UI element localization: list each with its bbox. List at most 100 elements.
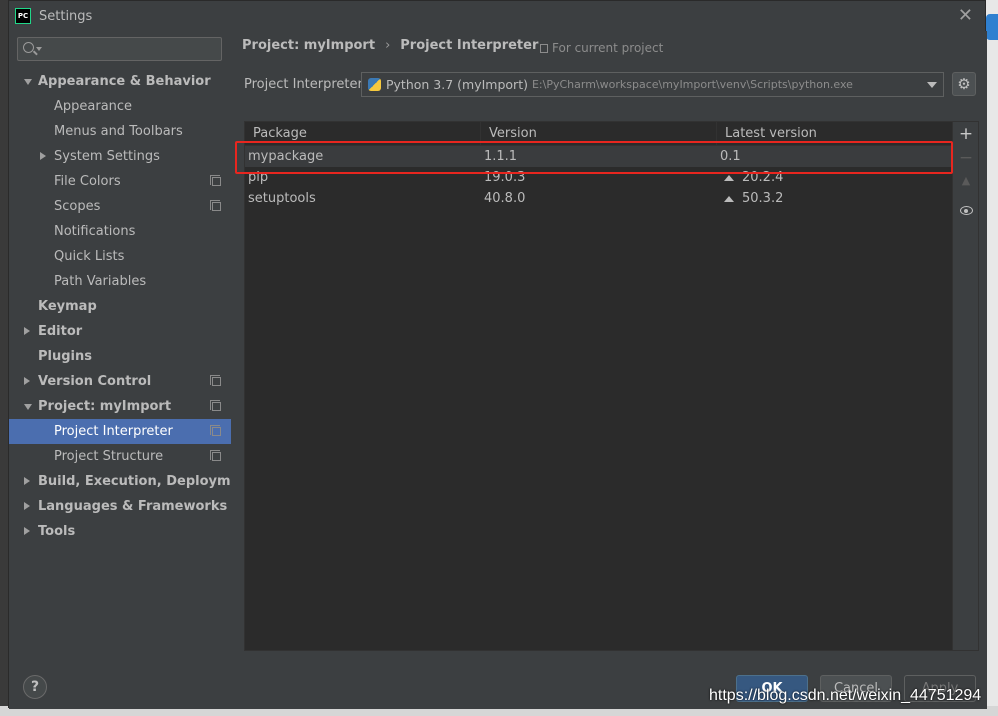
package-name-cell-text: mypackage — [248, 149, 324, 164]
breadcrumb: Project: myImport › Project Interpreter — [242, 38, 538, 53]
package-name-cell: setuptools — [245, 191, 481, 206]
chevron-right-icon[interactable] — [24, 527, 30, 535]
package-version-cell-text: 19.0.3 — [484, 170, 526, 185]
sidebar-item-label: Appearance & Behavior — [38, 74, 211, 89]
sidebar-item-label: Project Interpreter — [54, 424, 173, 439]
copy-icon — [210, 400, 221, 411]
close-icon[interactable]: ✕ — [958, 5, 973, 26]
settings-sidebar: Appearance & Behavior Appearance Menus and… — [9, 31, 255, 661]
sidebar-item-editor[interactable]: Editor — [9, 319, 231, 344]
column-header-latest-version[interactable]: Latest version — [717, 122, 953, 145]
chevron-down-icon[interactable] — [927, 82, 937, 88]
table-row[interactable]: mypackage 1.1.1 0.1 — [245, 146, 953, 167]
sidebar-item-label: File Colors — [54, 174, 121, 189]
table-body: mypackage 1.1.1 0.1 pip 19.0.3 20.2.4 setuptoo… — [245, 146, 953, 209]
sidebar-item-tools[interactable]: Tools — [9, 519, 231, 544]
search-input[interactable] — [17, 37, 222, 61]
add-package-button[interactable]: + — [953, 124, 979, 144]
packages-table-container: Package Version Latest version mypackage… — [244, 121, 979, 651]
sidebar-item-label: Build, Execution, Deployment — [38, 474, 255, 489]
sidebar-item-label: Project Structure — [54, 449, 164, 464]
background-desktop-left — [0, 0, 8, 716]
chevron-down-icon[interactable] — [24, 79, 32, 85]
package-version-cell: 1.1.1 — [481, 149, 717, 164]
table-row[interactable]: setuptools 40.8.0 50.3.2 — [245, 188, 953, 209]
interpreter-select[interactable]: Python 3.7 (myImport) E:\PyCharm\workspa… — [361, 72, 944, 97]
chevron-down-icon — [36, 47, 42, 51]
table-header: Package Version Latest version — [245, 122, 953, 146]
sidebar-item-label: Menus and Toolbars — [54, 124, 183, 139]
scope-note: For current project — [540, 41, 663, 55]
sidebar-item-label: Project: myImport — [38, 399, 172, 414]
sidebar-item-quick-lists[interactable]: Quick Lists — [9, 244, 231, 269]
package-version-cell-text: 40.8.0 — [484, 191, 526, 206]
breadcrumb-parent[interactable]: Project: myImport — [242, 38, 375, 53]
sidebar-item-label: Version Control — [38, 374, 152, 389]
eye-icon[interactable] — [960, 206, 973, 215]
help-button[interactable]: ? — [23, 675, 47, 699]
window-title: Settings — [39, 8, 93, 24]
sidebar-item-appearance[interactable]: Appearance — [9, 94, 231, 119]
sidebar-item-label: Editor — [38, 324, 83, 339]
latest-version-cell: 50.3.2 — [717, 191, 953, 206]
sidebar-item-label: System Settings — [54, 149, 160, 164]
sidebar-item-notifications[interactable]: Notifications — [9, 219, 231, 244]
package-name-cell: pip — [245, 170, 481, 185]
breadcrumb-separator: › — [385, 38, 391, 53]
package-name-cell-text: pip — [248, 170, 269, 185]
sidebar-item-appearance-behavior[interactable]: Appearance & Behavior — [9, 69, 231, 94]
column-header-package[interactable]: Package — [245, 122, 481, 145]
sidebar-item-label: Path Variables — [54, 274, 147, 289]
package-version-cell: 40.8.0 — [481, 191, 717, 206]
sidebar-item-label: Tools — [38, 524, 76, 539]
latest-version-cell-text: 50.3.2 — [742, 191, 784, 206]
sidebar-item-project-myimport[interactable]: Project: myImport — [9, 394, 231, 419]
copy-icon — [210, 175, 221, 186]
background-desktop-right — [986, 0, 998, 716]
upgrade-arrow-icon — [724, 174, 734, 181]
gear-icon[interactable]: ⚙ — [952, 72, 976, 96]
copy-icon — [210, 200, 221, 211]
sidebar-item-version-control[interactable]: Version Control — [9, 369, 231, 394]
sidebar-item-project-interpreter[interactable]: Project Interpreter — [9, 419, 231, 444]
interpreter-label: Project Interpreter: — [244, 77, 368, 92]
column-header-version[interactable]: Version — [481, 122, 717, 145]
sidebar-item-label: Scopes — [54, 199, 101, 214]
sidebar-item-menus-and-toolbars[interactable]: Menus and Toolbars — [9, 119, 231, 144]
page-title: Project Interpreter — [400, 38, 539, 53]
sidebar-item-path-variables[interactable]: Path Variables — [9, 269, 231, 294]
upgrade-arrow-icon — [724, 195, 734, 202]
sidebar-item-system-settings[interactable]: System Settings — [9, 144, 231, 169]
sidebar-item-plugins[interactable]: Plugins — [9, 344, 231, 369]
sidebar-item-label: Plugins — [38, 349, 92, 364]
background-app-icon — [986, 14, 998, 40]
package-version-cell: 19.0.3 — [481, 170, 717, 185]
latest-version-cell: 0.1 — [717, 149, 953, 164]
title-bar: PC Settings ✕ — [9, 1, 985, 31]
chevron-right-icon[interactable] — [40, 152, 46, 160]
sidebar-item-project-structure[interactable]: Project Structure — [9, 444, 231, 469]
chevron-right-icon[interactable] — [24, 477, 30, 485]
interpreter-name: Python 3.7 (myImport) — [386, 77, 528, 92]
remove-package-button[interactable]: − — [953, 148, 979, 168]
sidebar-item-keymap[interactable]: Keymap — [9, 294, 231, 319]
settings-dialog: PC Settings ✕ Appearance & Behavior Appea… — [8, 0, 987, 709]
upgrade-package-button[interactable]: ▲ — [953, 174, 979, 187]
chevron-right-icon[interactable] — [24, 502, 30, 510]
sidebar-item-scopes[interactable]: Scopes — [9, 194, 231, 219]
sidebar-item-label: Notifications — [54, 224, 136, 239]
sidebar-item-build-execution-deployment[interactable]: Build, Execution, Deployment — [9, 469, 255, 494]
watermark: https://blog.csdn.net/weixin_44751294 — [709, 687, 982, 704]
table-row[interactable]: pip 19.0.3 20.2.4 — [245, 167, 953, 188]
sidebar-item-file-colors[interactable]: File Colors — [9, 169, 231, 194]
package-name-cell-text: setuptools — [248, 191, 316, 206]
chevron-right-icon[interactable] — [24, 377, 30, 385]
chevron-right-icon[interactable] — [24, 327, 30, 335]
sidebar-item-languages-frameworks[interactable]: Languages & Frameworks — [9, 494, 231, 519]
sidebar-item-label: Languages & Frameworks — [38, 499, 228, 514]
python-icon — [368, 78, 381, 91]
app-icon-text: PC — [17, 12, 29, 20]
chevron-down-icon[interactable] — [24, 404, 32, 410]
latest-version-cell-text: 0.1 — [720, 149, 741, 164]
package-toolbar: + − ▲ — [952, 122, 978, 650]
